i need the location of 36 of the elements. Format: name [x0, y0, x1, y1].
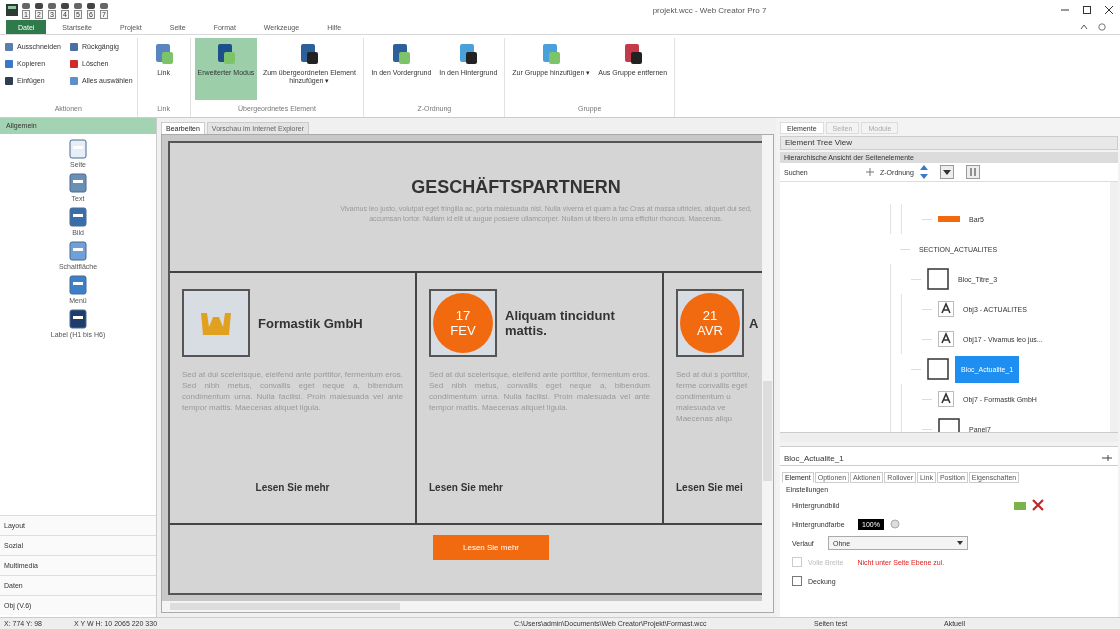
- add-icon: [866, 168, 874, 176]
- app-logo-icon: [6, 4, 18, 16]
- close-icon[interactable]: [1104, 5, 1114, 15]
- text-object-icon: [938, 301, 954, 317]
- sort-button[interactable]: [965, 165, 980, 179]
- sort-icon: [967, 167, 978, 177]
- filter-button[interactable]: [939, 165, 954, 179]
- read-more-link[interactable]: Lesen Sie mehr: [255, 482, 330, 493]
- horizontal-scrollbar[interactable]: [780, 432, 1118, 442]
- maximize-icon[interactable]: [1082, 5, 1092, 15]
- date-badge: 21 AVR: [680, 293, 740, 353]
- read-more-link[interactable]: Lesen Sie mei: [676, 482, 743, 493]
- bar-icon: [938, 216, 960, 222]
- read-more-link[interactable]: Lesen Sie mehr: [429, 482, 503, 493]
- text-object-icon: [938, 331, 954, 347]
- dropdown-icon: [941, 168, 952, 176]
- panel-icon: [927, 358, 949, 380]
- sort-arrows-icon[interactable]: [919, 165, 928, 179]
- collapse-ribbon-icon[interactable]: [1080, 23, 1088, 31]
- caret-icon: [957, 541, 963, 545]
- panel-title: Element Tree View: [780, 136, 1118, 150]
- checkbox[interactable]: [792, 576, 802, 586]
- window-title: projekt.wcc - Web Creator Pro 7: [651, 5, 768, 15]
- properties-title: Bloc_Actualite_1: [784, 453, 844, 463]
- panel-icon: [927, 268, 949, 290]
- horizontal-scrollbar[interactable]: [162, 601, 773, 612]
- date-badge: 17 FEV: [433, 293, 493, 353]
- section-heading: GESCHÄFTSPARTNERN: [411, 177, 621, 198]
- pin-icon[interactable]: [1102, 454, 1112, 462]
- vertical-scrollbar[interactable]: [762, 135, 773, 601]
- card-title: Formastik GmbH: [258, 315, 363, 331]
- card-title: A: [749, 315, 759, 331]
- help-icon[interactable]: [1098, 23, 1106, 31]
- vertical-scrollbar[interactable]: [1110, 182, 1118, 432]
- text-object-icon: [938, 391, 954, 407]
- card-title: Aliquam tincidunt mattis.: [505, 308, 616, 338]
